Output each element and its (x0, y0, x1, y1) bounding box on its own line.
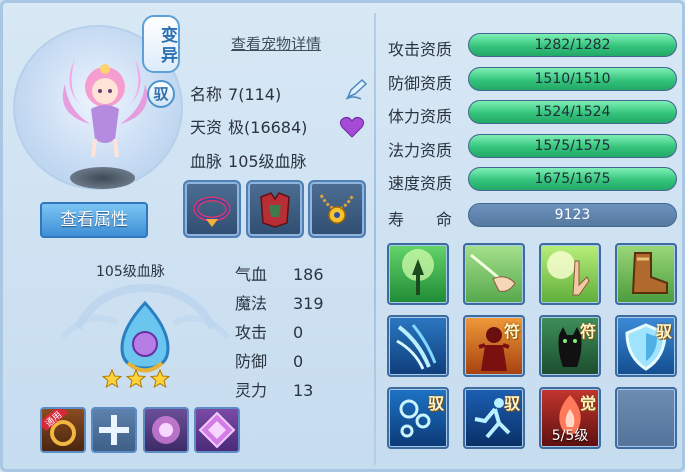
life-label: 寿 命 (388, 210, 453, 229)
stat-hp: 气血 186 (235, 261, 355, 285)
pet-figure-image (62, 59, 148, 158)
star-icon (126, 369, 146, 389)
pet-talent-value: 极(16684) (228, 118, 308, 137)
stat-defense-value: 0 (293, 352, 304, 371)
life-value: 9123 (468, 203, 677, 227)
pet-name-label: 名称 (190, 85, 223, 104)
view-attributes-button[interactable]: 查看属性 (40, 202, 148, 238)
slot-universal-item[interactable]: 通用 (40, 407, 86, 453)
pet-talent-row: 天资 极(16684) (190, 114, 307, 138)
slot-flower-gem[interactable] (143, 407, 189, 453)
aptitude-defense-value: 1510/1510 (534, 71, 611, 87)
aptitude-attack-bar: 1282/1282 (468, 33, 677, 57)
pet-name-value: 7(114) (228, 85, 282, 104)
pet-bloodline-label: 血脉 (190, 152, 223, 171)
pointing-hand-skill-icon (470, 253, 516, 292)
collar-icon (193, 196, 231, 227)
stat-hp-value: 186 (293, 265, 324, 284)
skill-slot[interactable] (387, 315, 449, 377)
aptitude-defense-label: 防御资质 (388, 74, 453, 93)
ring-icon: 通用 (42, 409, 76, 446)
skill-slot[interactable]: 符 (539, 315, 601, 377)
flower-gem-icon (152, 416, 180, 444)
star-icon (150, 369, 170, 389)
awakening-badge: 觉 (579, 394, 596, 413)
stat-mp: 魔法 319 (235, 290, 355, 314)
aptitude-speed-bar: 1675/1675 (468, 167, 677, 191)
stat-spirit: 灵力 13 (235, 377, 355, 401)
yu-badge: 驭 (503, 394, 520, 413)
star-icon (102, 369, 122, 389)
yu-tag: 驭 (147, 80, 175, 108)
stat-defense: 防御 0 (235, 348, 355, 372)
plus-icon (99, 415, 129, 445)
pet-name-row: 名称 7(114) (190, 81, 281, 105)
skill-slot-empty[interactable] (615, 387, 677, 449)
aptitude-magic-bar: 1575/1575 (468, 134, 677, 158)
aptitude-stamina-label: 体力资质 (388, 107, 453, 126)
skill-slot[interactable]: 觉 5/5级 (539, 387, 601, 449)
section-divider (374, 13, 376, 465)
talisman-badge: 符 (503, 322, 520, 341)
talisman-badge: 符 (579, 322, 596, 341)
slot-crystal-gem[interactable] (194, 407, 240, 453)
raised-palm-skill-icon (547, 251, 590, 296)
slot-add[interactable] (91, 407, 137, 453)
aptitude-magic-value: 1575/1575 (534, 138, 611, 154)
armor-icon (260, 192, 290, 228)
aptitude-speed-label: 速度资质 (388, 174, 453, 193)
skill-slot[interactable]: 驭 (387, 387, 449, 449)
view-pet-details-link[interactable]: 查看宠物详情 (231, 33, 321, 54)
equip-slot-armor[interactable] (246, 180, 304, 238)
aptitude-magic-label: 法力资质 (388, 141, 453, 160)
aptitude-stamina-bar: 1524/1524 (468, 100, 677, 124)
stat-mp-label: 魔法 (235, 294, 268, 313)
equip-slot-collar[interactable] (183, 180, 241, 238)
aptitude-attack-value: 1282/1282 (534, 37, 611, 53)
mutant-tag: 变异 (142, 15, 180, 73)
stat-spirit-value: 13 (293, 381, 314, 400)
pet-bloodline-value: 105级血脉 (228, 152, 307, 171)
stat-attack-label: 攻击 (235, 323, 268, 342)
crystal-gem-icon (198, 411, 236, 449)
skill-slot[interactable] (539, 243, 601, 305)
skill-slot[interactable]: 符 (463, 315, 525, 377)
aptitude-attack-label: 攻击资质 (388, 40, 453, 59)
skill-slot[interactable]: 驭 (463, 387, 525, 449)
figure-glow-skill-icon (402, 249, 434, 295)
stat-spirit-label: 灵力 (235, 381, 268, 400)
bloodline-title: 105级血脉 (96, 264, 165, 280)
stat-attack-value: 0 (293, 323, 304, 342)
yu-badge: 驭 (655, 322, 672, 341)
heart-icon[interactable] (339, 115, 365, 139)
feather-burst-skill-icon (396, 324, 437, 370)
skill-slot[interactable] (463, 243, 525, 305)
stat-attack: 攻击 0 (235, 319, 355, 343)
edit-icon[interactable] (343, 78, 369, 102)
stat-hp-label: 气血 (235, 265, 268, 284)
pet-info-panel: 变异 驭 查看宠物详情 名称 7(114) 天资 极(16684) 血脉 105级血脉 (0, 0, 685, 472)
skill-level: 5/5级 (551, 428, 589, 444)
aptitude-speed-value: 1675/1675 (534, 171, 611, 187)
aptitude-stamina-value: 1524/1524 (534, 104, 611, 120)
yu-badge: 驭 (427, 394, 444, 413)
pet-bloodline-row: 血脉 105级血脉 (190, 148, 307, 172)
pet-shadow (70, 167, 135, 189)
skill-slot[interactable]: 驭 (615, 315, 677, 377)
aptitude-defense-bar: 1510/1510 (468, 67, 677, 91)
boot-skill-icon (631, 252, 668, 294)
pet-talent-label: 天资 (190, 118, 223, 137)
skill-slot[interactable] (615, 243, 677, 305)
skill-slot[interactable] (387, 243, 449, 305)
stat-defense-label: 防御 (235, 352, 268, 371)
equip-slot-necklace[interactable] (308, 180, 366, 238)
stat-mp-value: 319 (293, 294, 324, 313)
necklace-icon (319, 194, 355, 224)
